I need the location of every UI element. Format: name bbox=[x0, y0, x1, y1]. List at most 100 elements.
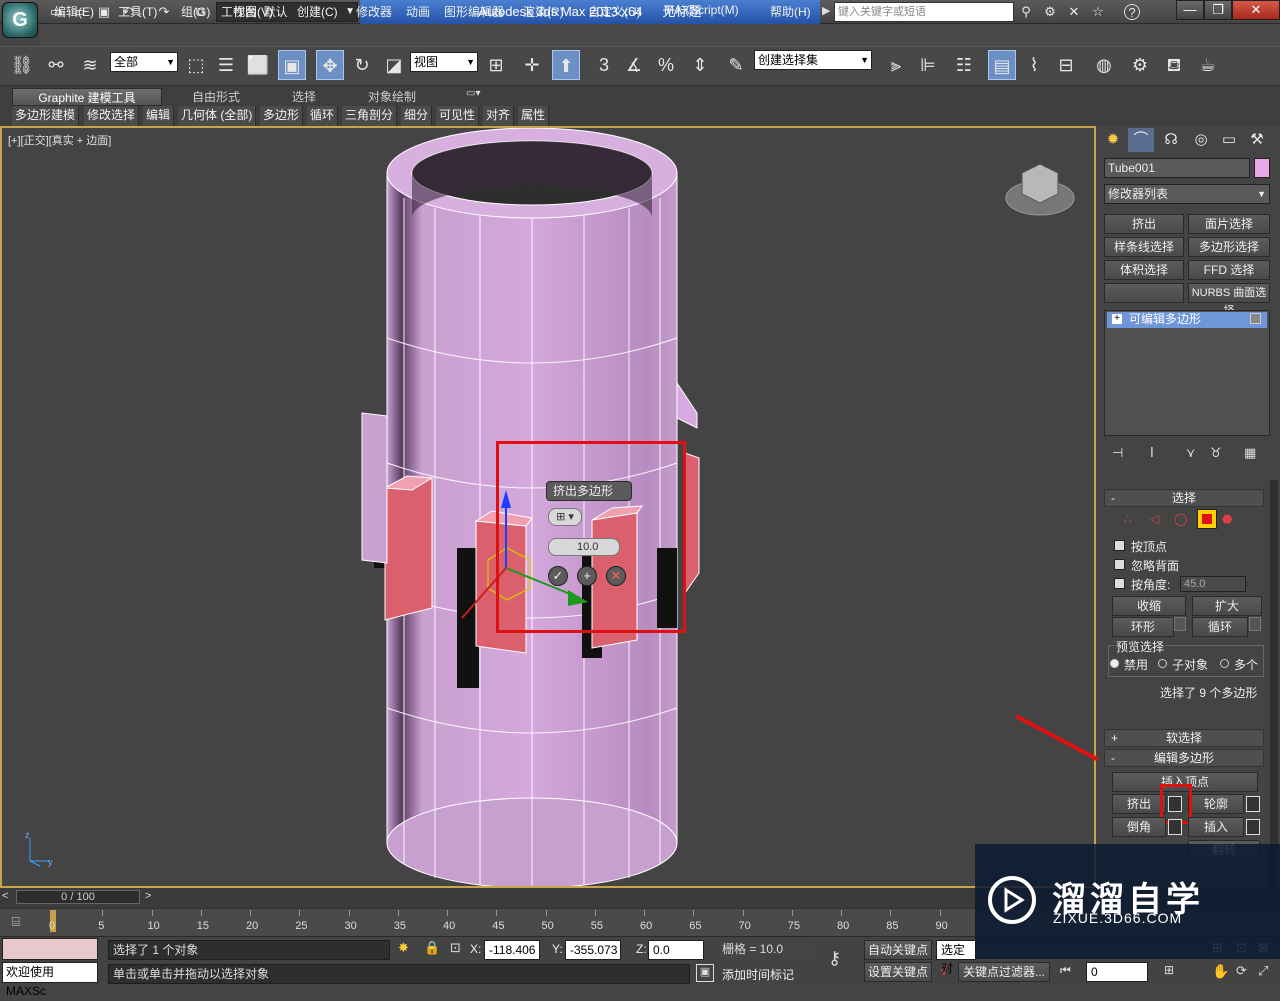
mod-empty-button[interactable] bbox=[1104, 283, 1184, 303]
polygon-mode-icon[interactable] bbox=[1197, 509, 1217, 529]
graphite-toggle-icon[interactable]: ▤ bbox=[988, 50, 1016, 80]
preview-subobj-radio[interactable] bbox=[1158, 659, 1167, 668]
tab-graphite[interactable]: Graphite 建模工具 bbox=[12, 88, 162, 106]
subtab-loops[interactable]: 循环 bbox=[307, 106, 339, 126]
mod-extrude-button[interactable]: 挤出 bbox=[1104, 214, 1184, 234]
maxscript-mini-listener[interactable]: 欢迎使用 MAXSc bbox=[2, 962, 98, 998]
select-object-icon[interactable]: ⬚ bbox=[182, 50, 210, 80]
bevel-settings-icon[interactable] bbox=[1168, 819, 1182, 835]
prev-frame-icon[interactable]: < bbox=[2, 890, 8, 902]
select-manipulate-icon[interactable]: ✛ bbox=[518, 50, 546, 80]
z-coordinate-field[interactable]: 0.0 bbox=[648, 940, 704, 960]
layer-manager-icon[interactable]: ☷ bbox=[950, 50, 978, 80]
goto-start-icon[interactable]: ⏮ bbox=[1060, 963, 1071, 978]
outline-settings-icon[interactable] bbox=[1246, 796, 1260, 812]
subtab-polygons[interactable]: 多边形 bbox=[260, 106, 304, 126]
keyboard-shortcut-icon[interactable]: ⬆ bbox=[552, 50, 580, 80]
outline-button[interactable]: 轮廓 bbox=[1188, 794, 1244, 814]
subtab-properties[interactable]: 属性 bbox=[518, 106, 550, 126]
track-filter-icon[interactable]: ⌸ bbox=[12, 914, 20, 930]
menu-rendering[interactable]: 渲染(R) bbox=[523, 3, 564, 20]
communication-icon[interactable]: ⚙ bbox=[1042, 4, 1058, 20]
rollout-selection-header[interactable]: - 选择 bbox=[1104, 489, 1264, 507]
selection-lock-icon[interactable]: 🔒 bbox=[424, 940, 440, 956]
rollout-edit-polygons-header[interactable]: - 编辑多边形 bbox=[1104, 749, 1264, 767]
time-tag-icon[interactable]: ▣ bbox=[696, 964, 714, 982]
pivot-center-icon[interactable]: ⊞ bbox=[482, 50, 510, 80]
curve-editor-icon[interactable]: ⌇ bbox=[1020, 50, 1048, 80]
maximize-viewport-icon[interactable]: ⤢ bbox=[1258, 963, 1268, 979]
object-name-field[interactable]: Tube001 bbox=[1104, 158, 1250, 178]
material-editor-icon[interactable]: ◍ bbox=[1090, 50, 1118, 80]
by-vertex-checkbox[interactable] bbox=[1114, 540, 1125, 551]
menu-graph-editors[interactable]: 图形编辑器 bbox=[444, 3, 504, 20]
menu-tools[interactable]: 工具(T) bbox=[118, 3, 157, 20]
preview-multi-radio[interactable] bbox=[1220, 659, 1229, 668]
ring-spinner[interactable] bbox=[1174, 617, 1186, 631]
selected-dropdown[interactable]: 选定对 bbox=[936, 940, 976, 975]
spinner-snap-icon[interactable]: ⇕ bbox=[686, 50, 714, 80]
vertex-mode-icon[interactable]: ∴ bbox=[1124, 512, 1132, 526]
expand-arrow-icon[interactable]: ▶ bbox=[822, 4, 830, 17]
time-slider[interactable]: 0 / 100 bbox=[16, 890, 140, 904]
inset-button[interactable]: 插入 bbox=[1188, 817, 1244, 837]
by-angle-checkbox[interactable] bbox=[1114, 578, 1125, 589]
subtab-visibility[interactable]: 可见性 bbox=[436, 106, 480, 126]
menu-help[interactable]: 帮助(H) bbox=[770, 3, 811, 20]
stack-item-editable-poly[interactable]: 可编辑多边形 bbox=[1107, 312, 1267, 328]
menu-modifiers[interactable]: 修改器 bbox=[356, 3, 392, 20]
angle-spinner[interactable]: 45.0 bbox=[1180, 576, 1246, 592]
subtab-edit[interactable]: 编辑 bbox=[143, 106, 175, 126]
shrink-button[interactable]: 收缩 bbox=[1112, 596, 1186, 616]
absolute-mode-icon[interactable]: ⊡ bbox=[450, 940, 461, 956]
make-unique-icon[interactable]: ⋎ bbox=[1186, 445, 1196, 461]
menu-animation[interactable]: 动画 bbox=[406, 3, 430, 20]
y-coordinate-field[interactable]: -355.073 bbox=[565, 940, 621, 960]
rendered-frame-icon[interactable]: ⛾ bbox=[1160, 50, 1188, 80]
tab-selection[interactable]: 选择 bbox=[292, 88, 316, 106]
add-time-tag-label[interactable]: 添加时间标记 bbox=[722, 966, 794, 983]
help-icon[interactable]: ? bbox=[1124, 4, 1140, 20]
bind-spacewarp-icon[interactable]: ≋ bbox=[76, 50, 104, 80]
maxscript-listener-box[interactable] bbox=[2, 938, 98, 960]
scale-icon[interactable]: ◪ bbox=[380, 50, 408, 80]
modifier-stack[interactable] bbox=[1104, 310, 1270, 436]
loop-spinner[interactable] bbox=[1249, 617, 1261, 631]
key-icon[interactable]: ⚷ bbox=[828, 948, 841, 969]
pan-icon[interactable]: ✋ bbox=[1212, 963, 1229, 980]
auto-key-button[interactable]: 自动关键点 bbox=[864, 940, 932, 960]
configure-sets-icon[interactable]: ▦ bbox=[1244, 445, 1256, 461]
isolate-icon[interactable]: ✸ bbox=[398, 940, 409, 956]
favorites-icon[interactable]: ☆ bbox=[1090, 4, 1106, 20]
angle-snap-icon[interactable]: ∡ bbox=[620, 50, 648, 80]
edit-named-sel-icon[interactable]: ✎ bbox=[722, 50, 750, 80]
orbit-icon[interactable]: ⟳ bbox=[1236, 963, 1247, 979]
subtab-subdivision[interactable]: 细分 bbox=[401, 106, 433, 126]
ignore-backfacing-checkbox[interactable] bbox=[1114, 559, 1125, 570]
render-setup-icon[interactable]: ⚙ bbox=[1126, 50, 1154, 80]
mod-spline-select-button[interactable]: 样条线选择 bbox=[1104, 237, 1184, 257]
hierarchy-tab-icon[interactable]: ☊ bbox=[1158, 128, 1184, 152]
stack-toggle-icon[interactable] bbox=[1250, 313, 1261, 324]
app-logo-icon[interactable]: G bbox=[2, 2, 38, 38]
rollout-soft-selection-header[interactable]: + 软选择 bbox=[1104, 729, 1264, 747]
move-icon[interactable]: ✥ bbox=[316, 50, 344, 80]
align-icon[interactable]: ⊫ bbox=[914, 50, 942, 80]
percent-snap-icon[interactable]: % bbox=[652, 50, 680, 80]
show-end-result-icon[interactable]: Ⅰ bbox=[1150, 445, 1154, 461]
modifier-list-dropdown[interactable]: 修改器列表 ▼ bbox=[1104, 184, 1270, 204]
preview-off-radio[interactable] bbox=[1110, 659, 1119, 668]
close-button[interactable]: ✕ bbox=[1232, 0, 1280, 20]
exchange-icon[interactable]: ✕ bbox=[1066, 4, 1082, 20]
menu-edit[interactable]: 编辑(E) bbox=[54, 3, 94, 20]
tab-freeform[interactable]: 自由形式 bbox=[192, 88, 240, 106]
border-mode-icon[interactable]: ◯ bbox=[1174, 512, 1187, 526]
motion-tab-icon[interactable]: ◎ bbox=[1188, 128, 1214, 152]
schematic-view-icon[interactable]: ⊟ bbox=[1052, 50, 1080, 80]
mod-ffd-select-button[interactable]: FFD 选择 bbox=[1188, 260, 1270, 280]
selection-filter-dropdown[interactable]: 全部 ▼ bbox=[110, 52, 178, 72]
save-icon[interactable]: ▣ bbox=[96, 4, 112, 20]
expand-icon[interactable]: + bbox=[1112, 314, 1122, 324]
x-coordinate-field[interactable]: -118.406 bbox=[484, 940, 540, 960]
ring-button[interactable]: 环形 bbox=[1112, 617, 1174, 637]
